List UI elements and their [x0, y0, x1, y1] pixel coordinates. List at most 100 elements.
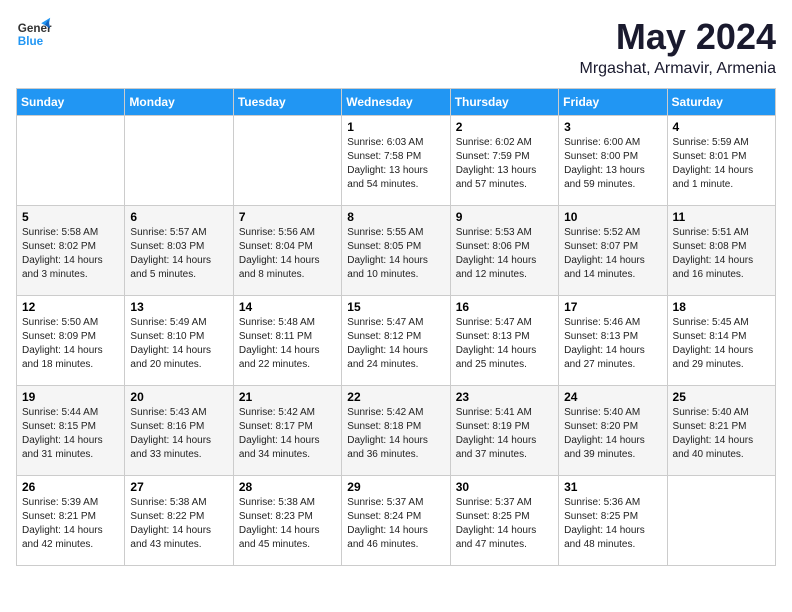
calendar-cell: 18 Sunrise: 5:45 AM Sunset: 8:14 PM Dayli…: [667, 296, 775, 386]
day-info: Sunrise: 6:00 AM Sunset: 8:00 PM Dayligh…: [564, 136, 661, 192]
day-number: 18: [673, 300, 770, 314]
header-row: SundayMondayTuesdayWednesdayThursdayFrid…: [17, 89, 776, 116]
calendar-cell: 13 Sunrise: 5:49 AM Sunset: 8:10 PM Dayli…: [125, 296, 233, 386]
header-day: Sunday: [17, 89, 125, 116]
day-info: Sunrise: 6:03 AM Sunset: 7:58 PM Dayligh…: [347, 136, 444, 192]
day-number: 22: [347, 390, 444, 404]
page-title: May 2024: [579, 16, 776, 58]
calendar-cell: [125, 116, 233, 206]
calendar-cell: 1 Sunrise: 6:03 AM Sunset: 7:58 PM Daylig…: [342, 116, 450, 206]
calendar-cell: 14Sunrise: 5:48 AM Sunset: 8:11 PM Dayli…: [233, 296, 341, 386]
day-info: Sunrise: 5:50 AM Sunset: 8:09 PM Dayligh…: [22, 316, 119, 372]
calendar-cell: 22Sunrise: 5:42 AM Sunset: 8:18 PM Dayli…: [342, 386, 450, 476]
calendar-cell: 12 Sunrise: 5:50 AM Sunset: 8:09 PM Dayli…: [17, 296, 125, 386]
day-number: 1: [347, 120, 444, 134]
calendar-cell: 21 Sunrise: 5:42 AM Sunset: 8:17 PM Dayli…: [233, 386, 341, 476]
calendar-cell: [233, 116, 341, 206]
calendar-cell: 16Sunrise: 5:47 AM Sunset: 8:13 PM Dayli…: [450, 296, 558, 386]
day-number: 6: [130, 210, 227, 224]
day-number: 5: [22, 210, 119, 224]
day-number: 16: [456, 300, 553, 314]
calendar-cell: 5 Sunrise: 5:58 AM Sunset: 8:02 PM Daylig…: [17, 206, 125, 296]
day-info: Sunrise: 5:45 AM Sunset: 8:14 PM Dayligh…: [673, 316, 770, 372]
calendar-cell: 6 Sunrise: 5:57 AM Sunset: 8:03 PM Daylig…: [125, 206, 233, 296]
day-number: 26: [22, 480, 119, 494]
day-number: 24: [564, 390, 661, 404]
calendar-cell: 2 Sunrise: 6:02 AM Sunset: 7:59 PM Daylig…: [450, 116, 558, 206]
calendar-cell: 17 Sunrise: 5:46 AM Sunset: 8:13 PM Dayli…: [559, 296, 667, 386]
day-number: 4: [673, 120, 770, 134]
day-info: Sunrise: 5:40 AM Sunset: 8:21 PM Dayligh…: [673, 406, 770, 462]
calendar-week: 5 Sunrise: 5:58 AM Sunset: 8:02 PM Daylig…: [17, 206, 776, 296]
calendar-cell: 20 Sunrise: 5:43 AM Sunset: 8:16 PM Dayli…: [125, 386, 233, 476]
page-header: General Blue May 2024 Mrgashat, Armavir,…: [16, 16, 776, 78]
day-info: Sunrise: 5:38 AM Sunset: 8:23 PM Dayligh…: [239, 496, 336, 552]
day-number: 2: [456, 120, 553, 134]
day-number: 11: [673, 210, 770, 224]
day-info: Sunrise: 5:43 AM Sunset: 8:16 PM Dayligh…: [130, 406, 227, 462]
day-number: 29: [347, 480, 444, 494]
day-number: 27: [130, 480, 227, 494]
day-info: Sunrise: 5:46 AM Sunset: 8:13 PM Dayligh…: [564, 316, 661, 372]
calendar-cell: 27Sunrise: 5:38 AM Sunset: 8:22 PM Dayli…: [125, 476, 233, 566]
day-number: 14: [239, 300, 336, 314]
day-number: 10: [564, 210, 661, 224]
day-info: Sunrise: 5:52 AM Sunset: 8:07 PM Dayligh…: [564, 226, 661, 282]
calendar-cell: 31 Sunrise: 5:36 AM Sunset: 8:25 PM Dayli…: [559, 476, 667, 566]
day-info: Sunrise: 5:51 AM Sunset: 8:08 PM Dayligh…: [673, 226, 770, 282]
calendar-cell: 24 Sunrise: 5:40 AM Sunset: 8:20 PM Dayli…: [559, 386, 667, 476]
day-number: 21: [239, 390, 336, 404]
calendar-table: SundayMondayTuesdayWednesdayThursdayFrid…: [16, 88, 776, 566]
page-subtitle: Mrgashat, Armavir, Armenia: [579, 60, 776, 78]
day-info: Sunrise: 5:40 AM Sunset: 8:20 PM Dayligh…: [564, 406, 661, 462]
day-number: 12: [22, 300, 119, 314]
logo-icon: General Blue: [16, 16, 52, 52]
day-info: Sunrise: 5:59 AM Sunset: 8:01 PM Dayligh…: [673, 136, 770, 192]
header-day: Tuesday: [233, 89, 341, 116]
calendar-week: 12 Sunrise: 5:50 AM Sunset: 8:09 PM Dayli…: [17, 296, 776, 386]
header-day: Thursday: [450, 89, 558, 116]
day-info: Sunrise: 5:41 AM Sunset: 8:19 PM Dayligh…: [456, 406, 553, 462]
day-info: Sunrise: 5:47 AM Sunset: 8:12 PM Dayligh…: [347, 316, 444, 372]
header-day: Monday: [125, 89, 233, 116]
day-info: Sunrise: 5:44 AM Sunset: 8:15 PM Dayligh…: [22, 406, 119, 462]
day-info: Sunrise: 5:56 AM Sunset: 8:04 PM Dayligh…: [239, 226, 336, 282]
calendar-week: 26 Sunrise: 5:39 AM Sunset: 8:21 PM Dayli…: [17, 476, 776, 566]
calendar-week: 19 Sunrise: 5:44 AM Sunset: 8:15 PM Dayli…: [17, 386, 776, 476]
calendar-cell: 28 Sunrise: 5:38 AM Sunset: 8:23 PM Dayli…: [233, 476, 341, 566]
day-info: Sunrise: 5:57 AM Sunset: 8:03 PM Dayligh…: [130, 226, 227, 282]
day-number: 20: [130, 390, 227, 404]
calendar-cell: 10 Sunrise: 5:52 AM Sunset: 8:07 PM Dayli…: [559, 206, 667, 296]
day-number: 25: [673, 390, 770, 404]
day-info: Sunrise: 5:49 AM Sunset: 8:10 PM Dayligh…: [130, 316, 227, 372]
calendar-week: 1 Sunrise: 6:03 AM Sunset: 7:58 PM Daylig…: [17, 116, 776, 206]
calendar-cell: [667, 476, 775, 566]
calendar-cell: 19 Sunrise: 5:44 AM Sunset: 8:15 PM Dayli…: [17, 386, 125, 476]
day-number: 17: [564, 300, 661, 314]
calendar-body: 1 Sunrise: 6:03 AM Sunset: 7:58 PM Daylig…: [17, 116, 776, 566]
logo: General Blue: [16, 16, 52, 52]
day-info: Sunrise: 5:37 AM Sunset: 8:24 PM Dayligh…: [347, 496, 444, 552]
day-number: 31: [564, 480, 661, 494]
day-info: Sunrise: 5:36 AM Sunset: 8:25 PM Dayligh…: [564, 496, 661, 552]
calendar-cell: 9Sunrise: 5:53 AM Sunset: 8:06 PM Daylig…: [450, 206, 558, 296]
svg-text:Blue: Blue: [18, 35, 44, 48]
calendar-cell: 23 Sunrise: 5:41 AM Sunset: 8:19 PM Dayli…: [450, 386, 558, 476]
header-day: Friday: [559, 89, 667, 116]
day-number: 28: [239, 480, 336, 494]
day-info: Sunrise: 6:02 AM Sunset: 7:59 PM Dayligh…: [456, 136, 553, 192]
day-info: Sunrise: 5:42 AM Sunset: 8:17 PM Dayligh…: [239, 406, 336, 462]
calendar-cell: 4 Sunrise: 5:59 AM Sunset: 8:01 PM Daylig…: [667, 116, 775, 206]
day-number: 8: [347, 210, 444, 224]
calendar-cell: 29 Sunrise: 5:37 AM Sunset: 8:24 PM Dayli…: [342, 476, 450, 566]
day-number: 7: [239, 210, 336, 224]
day-number: 30: [456, 480, 553, 494]
day-info: Sunrise: 5:55 AM Sunset: 8:05 PM Dayligh…: [347, 226, 444, 282]
day-number: 13: [130, 300, 227, 314]
day-number: 3: [564, 120, 661, 134]
day-number: 19: [22, 390, 119, 404]
day-info: Sunrise: 5:39 AM Sunset: 8:21 PM Dayligh…: [22, 496, 119, 552]
day-number: 23: [456, 390, 553, 404]
day-info: Sunrise: 5:58 AM Sunset: 8:02 PM Dayligh…: [22, 226, 119, 282]
calendar-cell: 25 Sunrise: 5:40 AM Sunset: 8:21 PM Dayli…: [667, 386, 775, 476]
